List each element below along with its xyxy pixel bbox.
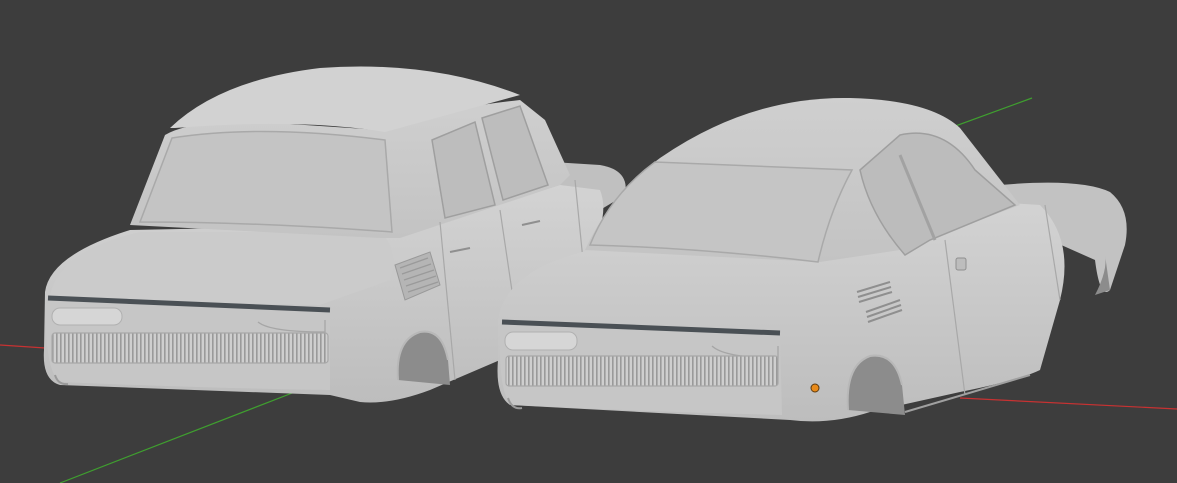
origin-marker-icon[interactable] bbox=[810, 383, 820, 393]
coupe-door-handle bbox=[955, 257, 967, 271]
sedan-tail-light-strip bbox=[51, 332, 329, 364]
x-axis-line-right bbox=[959, 397, 1177, 410]
y-axis-line-top bbox=[949, 97, 1033, 129]
coupe-reverse-lamp bbox=[504, 331, 578, 351]
coupe-rear-window bbox=[588, 161, 854, 263]
coupe-model[interactable] bbox=[497, 97, 1127, 422]
y-axis-line-bottom bbox=[59, 389, 301, 483]
3d-viewport[interactable] bbox=[0, 0, 1177, 483]
sedan-rear-window bbox=[138, 130, 393, 233]
viewport-canvas[interactable] bbox=[0, 0, 1177, 483]
sedan-reverse-lamp bbox=[51, 307, 123, 326]
coupe-tail-light-strip bbox=[505, 355, 779, 387]
